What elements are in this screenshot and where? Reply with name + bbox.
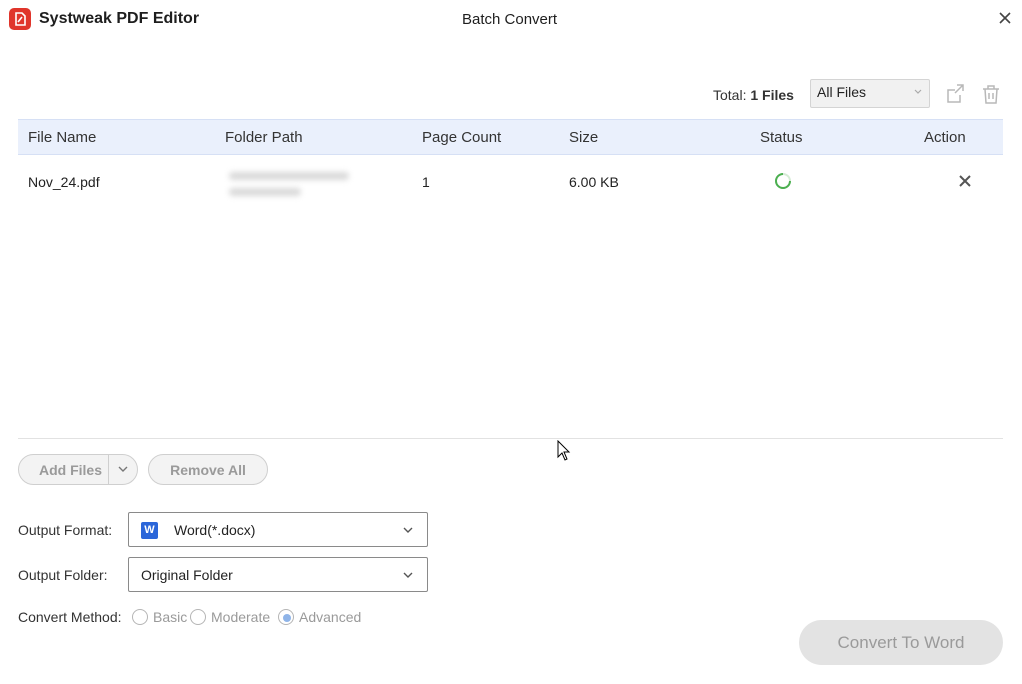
chevron-down-icon xyxy=(403,527,413,533)
app-logo-icon xyxy=(9,8,31,30)
output-format-value: Word(*.docx) xyxy=(174,522,256,538)
remove-file-icon[interactable] xyxy=(957,173,973,189)
radio-circle-icon xyxy=(190,609,206,625)
share-icon[interactable] xyxy=(944,82,968,106)
output-folder-label: Output Folder: xyxy=(18,567,108,583)
add-files-dropdown-button[interactable] xyxy=(109,455,138,484)
add-files-label: Add Files xyxy=(39,462,103,478)
title-bar: Systweak PDF Editor Batch Convert xyxy=(0,0,1022,38)
column-header-file-name[interactable]: File Name xyxy=(28,129,96,146)
convert-button[interactable]: Convert To Word xyxy=(799,620,1003,665)
word-file-icon: W xyxy=(141,522,158,539)
output-format-label: Output Format: xyxy=(18,522,113,538)
add-files-button[interactable]: Add Files xyxy=(18,454,138,485)
column-header-action: Action xyxy=(924,129,966,146)
file-filter-value: All Files xyxy=(817,84,867,100)
file-name-cell: Nov_24.pdf xyxy=(28,174,100,190)
page-count-cell: 1 xyxy=(422,174,430,190)
app-name: Systweak PDF Editor xyxy=(39,10,200,27)
column-header-size[interactable]: Size xyxy=(569,129,598,146)
radio-moderate-label: Moderate xyxy=(211,609,271,625)
output-format-dropdown[interactable]: W Word(*.docx) xyxy=(128,512,428,547)
table-row[interactable]: Nov_24.pdf 1 6.00 KB xyxy=(18,156,1003,208)
total-files-count: Total: 1 Files xyxy=(713,87,794,103)
chevron-down-icon xyxy=(914,89,922,94)
total-value: 1 Files xyxy=(750,87,794,103)
convert-method-label: Convert Method: xyxy=(18,609,122,625)
delete-icon[interactable] xyxy=(979,82,1003,106)
mouse-cursor-icon xyxy=(557,439,571,462)
radio-basic-label: Basic xyxy=(153,609,188,625)
output-folder-value: Original Folder xyxy=(141,567,233,583)
folder-path-cell-redacted xyxy=(225,166,355,200)
chevron-down-icon xyxy=(118,466,128,472)
radio-advanced-label: Advanced xyxy=(299,609,362,625)
table-header: File Name Folder Path Page Count Size St… xyxy=(18,119,1003,155)
size-cell: 6.00 KB xyxy=(569,174,619,190)
chevron-down-icon xyxy=(403,572,413,578)
file-filter-select[interactable]: All Files xyxy=(810,79,930,108)
output-folder-dropdown[interactable]: Original Folder xyxy=(128,557,428,592)
close-window-icon[interactable] xyxy=(995,8,1015,28)
radio-circle-icon xyxy=(132,609,148,625)
loading-spinner-icon xyxy=(774,172,792,190)
total-label: Total: xyxy=(713,87,747,103)
column-header-folder-path[interactable]: Folder Path xyxy=(225,129,303,146)
radio-circle-selected-icon xyxy=(278,609,294,625)
column-header-page-count[interactable]: Page Count xyxy=(422,129,501,146)
remove-all-button[interactable]: Remove All xyxy=(148,454,268,485)
column-header-status[interactable]: Status xyxy=(760,129,803,146)
divider xyxy=(18,438,1003,439)
window-title: Batch Convert xyxy=(462,11,558,28)
